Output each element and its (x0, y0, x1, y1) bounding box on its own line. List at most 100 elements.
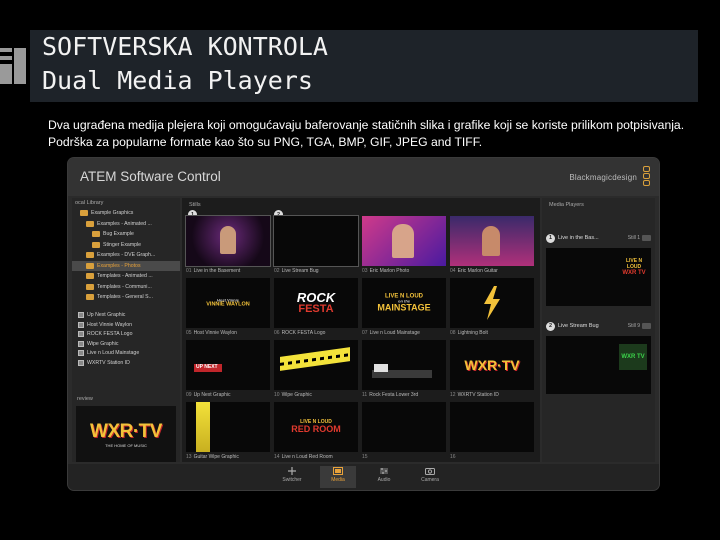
media-player-2-row[interactable]: 2 Live Stream Bug Still 9 (546, 320, 651, 332)
file-item[interactable]: Wipe Graphic (72, 339, 180, 349)
media-players-panel: Media Players 1 Live in the Bas... Still… (542, 198, 655, 462)
tab-switcher[interactable]: Switcher (274, 466, 310, 488)
still-thumbnail (362, 402, 446, 452)
still-caption: 12 WXRTV Station ID (450, 390, 534, 400)
still-number: 16 (450, 454, 456, 460)
app-title: ATEM Software Control (80, 169, 221, 184)
still-caption: 01 Live in the Basement (186, 266, 270, 276)
folder-icon (86, 273, 94, 280)
still-number: 15 (362, 454, 368, 460)
still-slot[interactable]: 15 (362, 402, 446, 462)
folder-item[interactable]: Examples - Photos (72, 260, 180, 271)
tab-camera[interactable]: Camera (412, 466, 448, 488)
slide-title-line-1: SOFTVERSKA KONTROLA (42, 32, 328, 61)
still-slot[interactable]: 16 (450, 402, 534, 462)
file-item[interactable]: Live n Loud Mainstage (72, 349, 180, 359)
lightning-bolt-icon (484, 286, 500, 320)
still-caption: 04 Eric Marlon Guitar (450, 266, 534, 276)
still-slot[interactable]: 04 Eric Marlon Guitar (450, 216, 534, 276)
folder-label: Examples - DVE Graph... (97, 252, 156, 259)
still-slot[interactable]: LIVE N LOUD on the MAINSTAGE 07 Live n Loud … (362, 278, 446, 338)
still-thumbnail (362, 340, 446, 390)
still-slot[interactable]: 02 Live Stream Bug (273, 215, 359, 276)
still-caption: 11 Rock Festa Lower 3rd (362, 390, 446, 400)
media-player-2-badge: 2 (546, 321, 555, 331)
local-library-panel: ocal Library Example Graphics Examples - … (72, 198, 180, 462)
file-item[interactable]: Host Vinnie Waylon (72, 320, 180, 330)
folder-item[interactable]: Templates - Communi... (72, 282, 180, 293)
still-caption: 15 (362, 452, 446, 462)
still-name: Eric Marlon Photo (369, 268, 410, 274)
host-name-text: VINNIE WAYLON (206, 301, 250, 308)
still-slot[interactable]: WXR·TV 12 WXRTV Station ID (450, 340, 534, 400)
chevron-down-icon[interactable] (642, 235, 651, 241)
slide-title-bar: SOFTVERSKA KONTROLA Dual Media Players (30, 30, 698, 102)
still-caption: 08 Lightning Bolt (450, 328, 534, 338)
file-item[interactable]: WXRTV Station ID (72, 358, 180, 368)
still-caption: 05 Host Vinnie Waylon (186, 328, 270, 338)
still-slot[interactable]: 01 Live in the Basement (185, 215, 271, 276)
folder-item[interactable]: Stinger Example (72, 240, 180, 251)
still-slot[interactable]: ROCK FESTA 06 ROCK FESTA Logo (274, 278, 358, 338)
festa-text: FESTA (298, 303, 334, 315)
still-name: Host Vinnie Waylon (193, 330, 237, 336)
still-thumbnail (362, 216, 446, 266)
still-thumbnail: LIVE N LOUD on the MAINSTAGE (362, 278, 446, 328)
still-number: 12 (450, 392, 456, 398)
still-number: 04 (450, 268, 456, 274)
preview-wxrtv-logo: WXR·TV (90, 420, 162, 442)
still-slot[interactable]: Host Vinnie VINNIE WAYLON 05 Host Vinnie Wa… (186, 278, 270, 338)
audio-icon (379, 467, 389, 475)
tab-media[interactable]: Media (320, 466, 356, 488)
still-number: 06 (274, 330, 280, 336)
folder-item[interactable]: Templates - General S... (72, 292, 180, 303)
preview-label: review (77, 396, 93, 402)
still-number: 10 (274, 392, 280, 398)
tab-audio[interactable]: Audio (366, 466, 402, 488)
still-caption: 16 (450, 452, 534, 462)
media-player-1-row[interactable]: 1 Live in the Bas... Still 1 (546, 232, 651, 244)
blackmagic-logo-icon (643, 166, 651, 188)
folder-item[interactable]: Example Graphics (72, 208, 180, 219)
chevron-down-icon[interactable] (642, 323, 651, 329)
still-name: Live in the Basement (193, 268, 241, 274)
still-slot[interactable]: 10 Wipe Graphic (274, 340, 358, 400)
still-slot[interactable]: 03 Eric Marlon Photo (362, 216, 446, 276)
still-number: 09 (186, 392, 192, 398)
still-number: 13 (186, 454, 192, 460)
media-player-2-name: Live Stream Bug (558, 323, 599, 329)
media-player-1-preview: LIVE N LOUD WXR TV (546, 248, 651, 306)
preview-wxrtv-tagline: THE HOME OF MUSIC (105, 442, 147, 448)
folder-item[interactable]: Examples - Animated ... (72, 219, 180, 230)
still-slot[interactable]: 08 Lightning Bolt (450, 278, 534, 338)
folder-item[interactable]: Examples - DVE Graph... (72, 250, 180, 261)
folder-icon (92, 231, 100, 238)
red-room-text: RED ROOM (291, 424, 341, 434)
folder-tree: Example Graphics Examples - Animated ... B… (72, 208, 180, 303)
tab-camera-label: Camera (421, 477, 439, 483)
tab-media-label: Media (331, 477, 345, 483)
still-caption: 03 Eric Marlon Photo (362, 266, 446, 276)
file-label: Host Vinnie Waylon (87, 321, 132, 328)
still-slot[interactable]: 13 Guitar Wipe Graphic (186, 402, 270, 462)
still-slot[interactable]: 11 Rock Festa Lower 3rd (362, 340, 446, 400)
file-item[interactable]: ROCK FESTA Logo (72, 330, 180, 340)
media-player-1-badge: 1 (546, 233, 555, 243)
folder-item[interactable]: Templates - Animated ... (72, 271, 180, 282)
folder-item[interactable]: Bug Example (72, 229, 180, 240)
file-item[interactable]: Up Next Graphic (72, 311, 180, 321)
still-thumbnail (185, 215, 271, 267)
preview-thumbnail: WXR·TV THE HOME OF MUSIC (76, 406, 176, 462)
folder-icon (92, 241, 100, 248)
file-label: Wipe Graphic (87, 340, 119, 347)
still-number: 08 (450, 330, 456, 336)
mainstage-text: MAINSTAGE (377, 302, 431, 313)
still-name: Rock Festa Lower 3rd (369, 392, 419, 398)
still-name: Wipe Graphic (281, 392, 312, 398)
still-slot[interactable]: UP NEXT 09 Up Next Graphic (186, 340, 270, 400)
media-player-1-still: Still 1 (627, 235, 640, 241)
still-thumbnail: ROCK FESTA (274, 278, 358, 328)
still-number: 07 (362, 330, 368, 336)
still-slot[interactable]: LIVE N LOUD RED ROOM 14 Live n Loud Red Roo… (274, 402, 358, 462)
still-number: 14 (274, 454, 280, 460)
